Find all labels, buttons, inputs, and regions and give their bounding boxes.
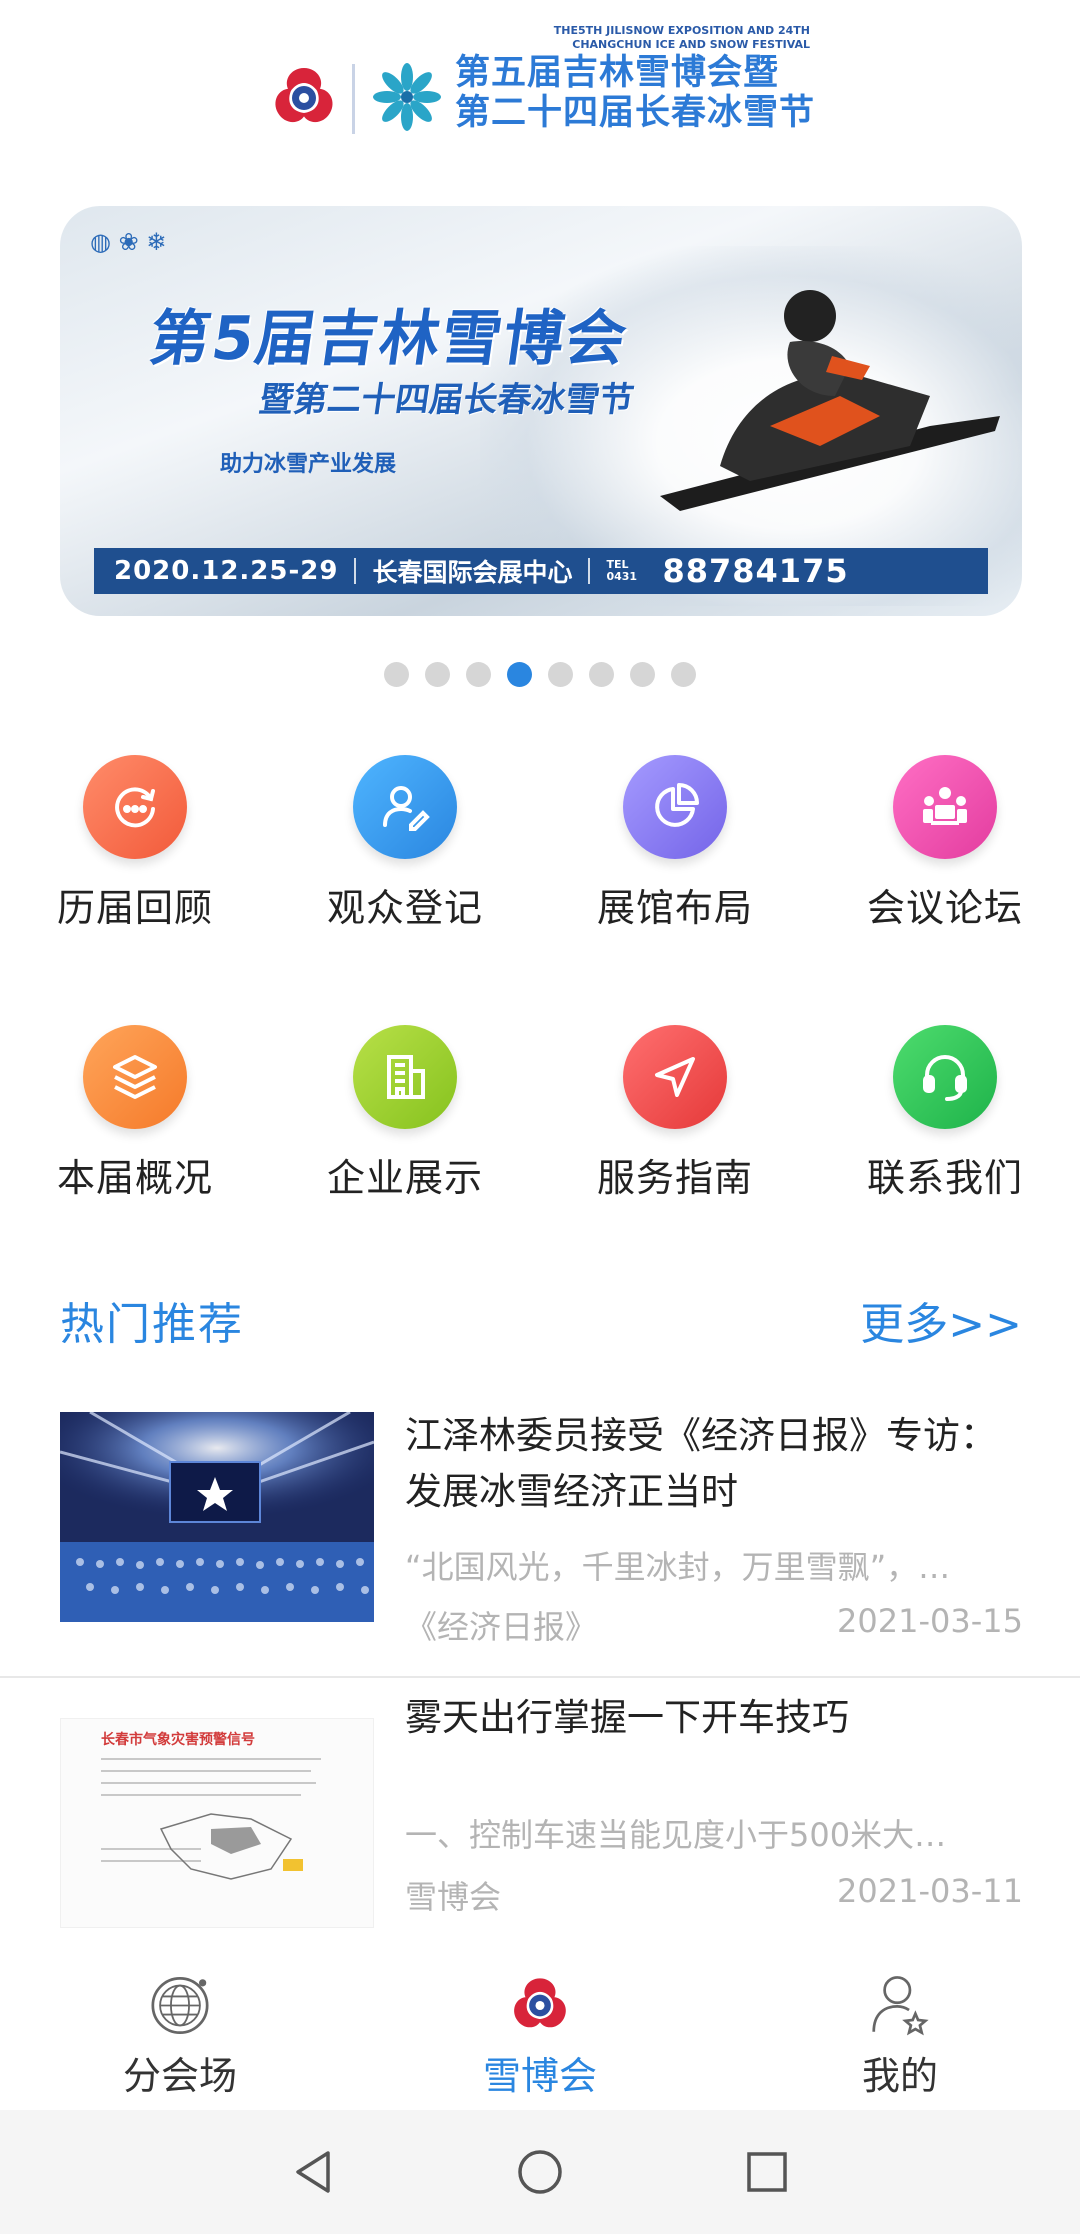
news-meta: 《经济日报》 2021-03-15 — [405, 1602, 1023, 1648]
carousel-dot-active[interactable] — [507, 662, 532, 687]
header-title-line-1: 第五届吉林雪博会暨 — [455, 53, 780, 93]
header-title-line-2: 第二十四届长春冰雪节 — [455, 93, 816, 133]
info-bar-separator — [354, 558, 357, 584]
profile-icon — [872, 1976, 929, 2036]
subtitle-en-line-1: THE5TH JILISNOW EXPOSITION AND 24TH — [553, 24, 810, 37]
carousel-dot[interactable] — [425, 662, 450, 687]
news-date: 2021-03-11 — [837, 1872, 1023, 1910]
app-root: THE5TH JILISNOW EXPOSITION AND 24TH CHAN… — [0, 0, 1080, 2234]
news-list-item[interactable]: 江泽林委员接受《经济日报》专访：发展冰雪经济正当时 “北国风光，千里冰封，万里雪… — [0, 1408, 1080, 1678]
news-meta: 雪博会 2021-03-11 — [405, 1872, 1023, 1918]
grid-item-label: 联系我们 — [866, 1156, 1023, 1200]
grid-item-label: 观众登记 — [326, 886, 483, 930]
news-text: 江泽林委员接受《经济日报》专访：发展冰雪经济正当时 “北国风光，千里冰封，万里雪… — [405, 1408, 1023, 1648]
news-summary: 一、控制车速当能见度小于500米大… — [405, 1816, 947, 1854]
news-source: 《经济日报》 — [405, 1608, 598, 1646]
back-icon[interactable] — [288, 2147, 338, 2197]
news-thumbnail — [60, 1412, 374, 1622]
news-date: 2021-03-15 — [837, 1602, 1023, 1640]
grid-item-label: 本届概况 — [56, 1156, 213, 1200]
banner-date: 2020.12.25-29 — [114, 556, 339, 586]
news-headline: 雾天出行掌握一下开车技巧 — [405, 1696, 849, 1739]
grid-item-label: 会议论坛 — [866, 886, 1023, 930]
banner-carousel[interactable]: ◍ ❀ ❄ 第5届吉林雪博会 暨第二十四届长春冰雪节 助力冰雪产业发展 2020… — [60, 206, 1022, 616]
news-thumbnail: 长春市气象灾害预警信号 — [60, 1718, 374, 1928]
grid-item-service-guide[interactable]: 服务指南 — [540, 1025, 810, 1295]
section-title: 热门推荐 — [60, 1299, 244, 1350]
carousel-dot[interactable] — [589, 662, 614, 687]
headset-icon — [893, 1025, 997, 1129]
header-divider — [352, 64, 355, 134]
banner-info-bar: 2020.12.25-29 长春国际会展中心 TEL 0431 88784175 — [94, 548, 988, 594]
tab-label: 我的 — [861, 2054, 938, 2098]
tab-snow-expo[interactable]: 雪博会 — [360, 1950, 720, 2100]
carousel-dot[interactable] — [548, 662, 573, 687]
carousel-dot[interactable] — [671, 662, 696, 687]
function-grid: 历届回顾 观众登记 展馆布局 会议论坛 本届概况 企业展示 服务指南 联系我们 — [0, 755, 1080, 1295]
carousel-dot[interactable] — [466, 662, 491, 687]
grid-item-overview[interactable]: 本届概况 — [0, 1025, 270, 1295]
pie-chart-icon — [623, 755, 727, 859]
news-source: 雪博会 — [405, 1878, 502, 1916]
grid-item-hall-layout[interactable]: 展馆布局 — [540, 755, 810, 1025]
snowflake-logo-icon — [373, 63, 441, 131]
tab-sub-venue[interactable]: 分会场 — [0, 1950, 360, 2100]
grid-item-label: 历届回顾 — [56, 886, 213, 930]
news-headline: 江泽林委员接受《经济日报》专访：发展冰雪经济正当时 — [405, 1414, 997, 1513]
tab-label: 分会场 — [122, 2054, 237, 2098]
expo-flower-logo-icon — [275, 68, 333, 123]
grid-item-label: 展馆布局 — [596, 886, 753, 930]
snow-expo-logo-icon — [514, 1978, 566, 2028]
banner-phone: 88784175 — [662, 552, 849, 590]
banner-venue: 长春国际会展中心 — [372, 558, 573, 587]
meeting-icon — [893, 755, 997, 859]
banner-headline: 第5届吉林雪博会 — [145, 304, 633, 374]
globe-icon — [151, 1976, 209, 2035]
news-text: 雾天出行掌握一下开车技巧 一、控制车速当能见度小于500米大… 雪博会 2021… — [405, 1690, 1023, 1918]
carousel-dot[interactable] — [384, 662, 409, 687]
news-list-item[interactable]: 长春市气象灾害预警信号 雾天出行掌握一下开车技巧 一、控制车速当能见度小于500… — [0, 1690, 1080, 1960]
banner-mini-logos: ◍ ❀ ❄ — [90, 228, 167, 256]
grid-item-forum[interactable]: 会议论坛 — [810, 755, 1080, 1025]
tab-label: 雪博会 — [482, 2054, 597, 2098]
tab-mine[interactable]: 我的 — [720, 1950, 1080, 2100]
grid-row-2: 本届概况 企业展示 服务指南 联系我们 — [0, 1025, 1080, 1295]
layers-icon — [83, 1025, 187, 1129]
grid-item-label: 服务指南 — [596, 1156, 753, 1200]
recents-icon[interactable] — [742, 2147, 792, 2197]
carousel-indicator — [0, 662, 1080, 687]
building-icon — [353, 1025, 457, 1129]
grid-item-enterprise[interactable]: 企业展示 — [270, 1025, 540, 1295]
banner-sub-headline: 暨第二十四届长春冰雪节 — [256, 380, 637, 420]
news-summary: “北国风光，千里冰封，万里雪飘”，… — [405, 1548, 951, 1586]
system-nav-bar — [0, 2110, 1080, 2234]
header: THE5TH JILISNOW EXPOSITION AND 24TH CHAN… — [0, 0, 1080, 180]
banner-slogan: 助力冰雪产业发展 — [220, 452, 397, 477]
hot-recommend-header: 热门推荐 更多>> — [60, 1290, 1022, 1350]
bottom-tab-bar: 分会场 雪博会 我的 — [0, 1950, 1080, 2100]
carousel-dot[interactable] — [630, 662, 655, 687]
user-register-icon — [353, 755, 457, 859]
subtitle-en-line-2: CHANGCHUN ICE AND SNOW FESTIVAL — [572, 38, 810, 51]
navigation-icon — [623, 1025, 727, 1129]
home-icon[interactable] — [515, 2147, 565, 2197]
grid-item-visitor-register[interactable]: 观众登记 — [270, 755, 540, 1025]
grid-item-contact[interactable]: 联系我们 — [810, 1025, 1080, 1295]
more-link[interactable]: 更多>> — [860, 1288, 1022, 1352]
history-icon — [83, 755, 187, 859]
info-bar-separator — [588, 558, 591, 584]
grid-item-label: 企业展示 — [326, 1156, 483, 1200]
grid-item-history[interactable]: 历届回顾 — [0, 755, 270, 1025]
grid-row-1: 历届回顾 观众登记 展馆布局 会议论坛 — [0, 755, 1080, 1025]
header-subtitle-en: THE5TH JILISNOW EXPOSITION AND 24TH CHAN… — [460, 24, 810, 52]
banner-tel-label: TEL 0431 — [606, 558, 638, 583]
